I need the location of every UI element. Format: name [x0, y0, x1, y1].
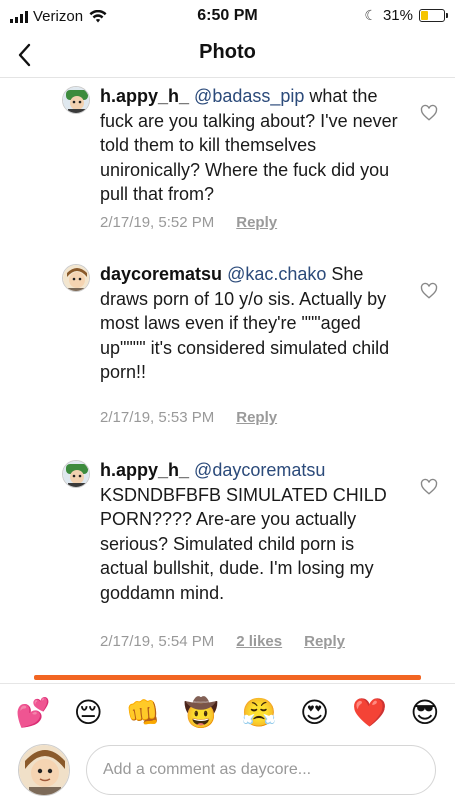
emoji-pensive-button[interactable]: 😔 — [74, 699, 103, 727]
status-bar: Verizon 6:50 PM ☾ 31% — [0, 0, 455, 34]
emoji-fist-bump-button[interactable]: 👊 — [126, 699, 161, 727]
comment-composer: Add a comment as daycore... — [0, 738, 455, 810]
comment-meta: 2/17/19, 5:52 PM Reply — [100, 214, 277, 231]
upload-progress-bar — [34, 675, 421, 680]
emoji-triumph-button[interactable]: 😤 — [242, 699, 277, 727]
battery-icon — [419, 9, 448, 22]
divider — [0, 683, 455, 684]
emoji-sunglasses-button[interactable]: 😎 — [410, 699, 439, 727]
emoji-two-hearts-button[interactable]: 💕 — [16, 699, 51, 727]
likes-link[interactable]: 2 likes — [236, 633, 282, 650]
comment-input[interactable]: Add a comment as daycore... — [86, 745, 436, 795]
comment-body: h.appy_h_ @daycorematsu KSDNDBFBFB SIMUL… — [100, 458, 400, 605]
avatar[interactable] — [62, 264, 90, 292]
avatar — [18, 744, 70, 796]
emoji-red-heart-button[interactable]: ❤️ — [352, 699, 387, 727]
comment-mention[interactable]: @daycorematsu — [194, 460, 325, 480]
comment-mention[interactable]: @kac.chako — [227, 264, 326, 284]
heart-icon[interactable] — [420, 104, 438, 122]
reply-button[interactable]: Reply — [236, 214, 277, 231]
avatar[interactable] — [62, 460, 90, 488]
status-right: ☾ 31% — [364, 7, 448, 24]
reply-button[interactable]: Reply — [236, 409, 277, 426]
battery-label: 31% — [382, 7, 413, 24]
battery-fill — [421, 11, 428, 20]
heart-icon[interactable] — [420, 282, 438, 300]
comment-text: KSDNDBFBFB SIMULATED CHILD PORN???? Are-… — [100, 484, 387, 603]
comment-username[interactable]: h.appy_h_ — [100, 460, 189, 480]
emoji-heart-eyes-button[interactable]: 😍 — [300, 699, 329, 727]
nav-bar: Photo — [0, 34, 455, 78]
comment-list: h.appy_h_ @badass_pip what the fuck are … — [0, 78, 455, 673]
comment-meta: 2/17/19, 5:53 PM Reply — [100, 409, 277, 426]
comment-mention[interactable]: @badass_pip — [194, 86, 304, 106]
comment-meta: 2/17/19, 5:54 PM 2 likes Reply — [100, 633, 345, 650]
comment-timestamp: 2/17/19, 5:53 PM — [100, 409, 215, 426]
comment-body: h.appy_h_ @badass_pip what the fuck are … — [100, 84, 400, 207]
emoji-quick-bar: 💕 😔 👊 🤠 😤 😍 ❤️ 😎 — [0, 690, 455, 736]
heart-icon[interactable] — [420, 478, 438, 496]
comment-username[interactable]: h.appy_h_ — [100, 86, 189, 106]
reply-button[interactable]: Reply — [304, 633, 345, 650]
emoji-cowboy-button[interactable]: 🤠 — [184, 699, 219, 727]
comment-body: daycorematsu @kac.chako She draws porn o… — [100, 262, 400, 385]
page-title: Photo — [199, 41, 256, 63]
comment-timestamp: 2/17/19, 5:52 PM — [100, 214, 215, 231]
comment-timestamp: 2/17/19, 5:54 PM — [100, 633, 215, 650]
avatar[interactable] — [62, 86, 90, 114]
moon-icon: ☾ — [364, 7, 377, 23]
comment-username[interactable]: daycorematsu — [100, 264, 222, 284]
